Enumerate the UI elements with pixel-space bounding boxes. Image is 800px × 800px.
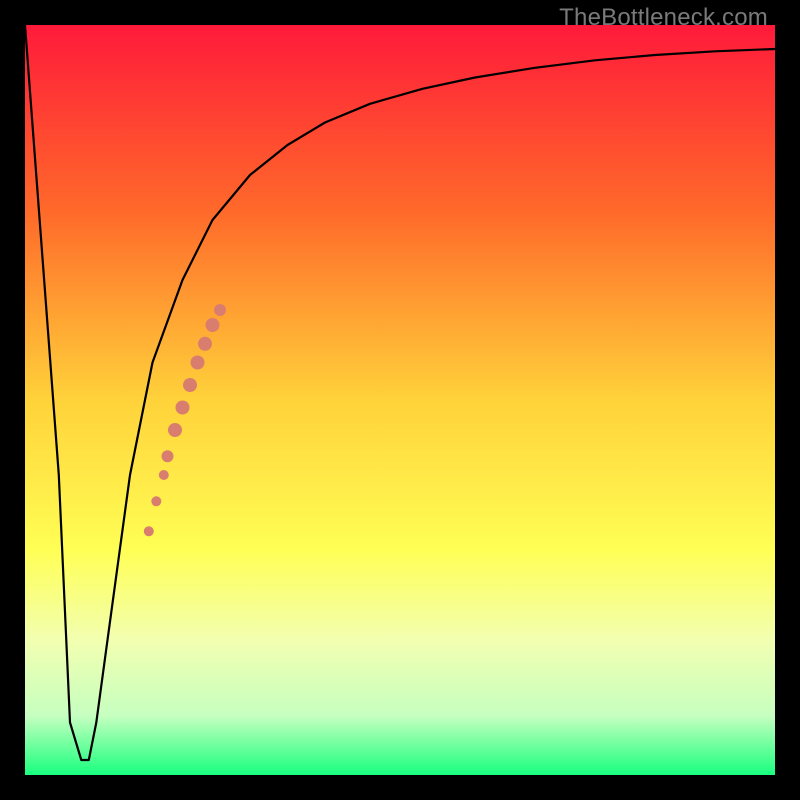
plot-area <box>25 25 775 775</box>
highlight-dot <box>206 318 220 332</box>
plot-svg <box>25 25 775 775</box>
watermark-text: TheBottleneck.com <box>559 4 768 32</box>
highlight-dot <box>191 356 205 370</box>
highlight-dot <box>168 423 182 437</box>
highlight-dot <box>159 470 169 480</box>
highlight-dot <box>162 450 174 462</box>
highlight-dot <box>176 401 190 415</box>
chart-frame: TheBottleneck.com <box>0 0 800 800</box>
highlight-dot <box>151 496 161 506</box>
highlight-dot <box>144 526 154 536</box>
gradient-background <box>25 25 775 775</box>
highlight-dot <box>183 378 197 392</box>
highlight-dot <box>214 304 226 316</box>
highlight-dot <box>198 337 212 351</box>
